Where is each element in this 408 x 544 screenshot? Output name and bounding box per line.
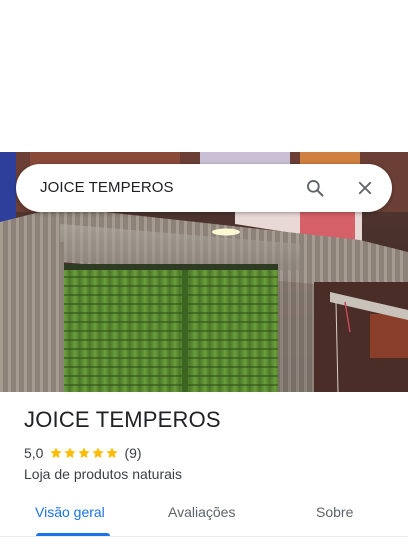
rating-stars xyxy=(49,446,119,460)
tab-overview[interactable]: Visão geral xyxy=(35,504,105,520)
tab-reviews[interactable]: Avaliações xyxy=(168,504,235,520)
search-box[interactable]: JOICE TEMPEROS xyxy=(16,164,392,212)
place-category[interactable]: Loja de produtos naturais xyxy=(24,466,182,482)
search-icon xyxy=(307,180,324,197)
review-count[interactable]: (9) xyxy=(124,445,141,461)
search-input[interactable]: JOICE TEMPEROS xyxy=(40,164,174,212)
place-title: JOICE TEMPEROS xyxy=(24,407,221,432)
star-icon xyxy=(78,447,91,459)
star-icon xyxy=(106,447,119,459)
rating-row[interactable]: 5,0 (9) xyxy=(24,444,142,462)
tab-bar: Visão geral Avaliações Sobre xyxy=(0,494,408,537)
star-icon xyxy=(50,447,63,459)
close-icon xyxy=(358,181,372,195)
rating-value: 5,0 xyxy=(24,445,44,461)
star-icon xyxy=(64,447,77,459)
tabs-divider xyxy=(0,536,408,537)
star-icon xyxy=(92,447,105,459)
search-button[interactable] xyxy=(303,176,327,200)
close-button[interactable] xyxy=(353,176,377,200)
tab-about[interactable]: Sobre xyxy=(316,504,353,520)
